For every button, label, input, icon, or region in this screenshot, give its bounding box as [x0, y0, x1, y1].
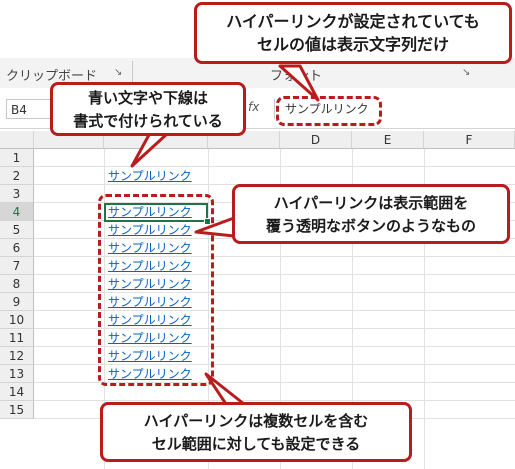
row-header[interactable]: 3 — [0, 185, 34, 203]
callout-multi-cell: ハイパーリンクは複数セルを含む セル範囲に対しても設定できる — [100, 402, 412, 462]
callout-right-line1: ハイパーリンクは表示範囲を — [273, 194, 469, 212]
font-launcher-icon[interactable]: ↘ — [462, 67, 470, 78]
callout-top-line1: ハイパーリンクが設定されていても — [226, 12, 480, 31]
callout-formula-value: ハイパーリンクが設定されていても セルの値は表示文字列だけ — [194, 2, 512, 64]
column-header-e[interactable]: E — [352, 131, 424, 149]
cell-b2-hyperlink[interactable]: サンプルリンク — [108, 167, 192, 185]
formula-highlight-box — [276, 96, 382, 126]
row-header[interactable]: 5 — [0, 221, 34, 239]
row-header[interactable]: 2 — [0, 167, 34, 185]
row-header[interactable]: 4 — [0, 203, 34, 221]
callout-transparent-button: ハイパーリンクは表示範囲を 覆う透明なボタンのようなもの — [232, 184, 510, 244]
row-header[interactable]: 12 — [0, 347, 34, 365]
ribbon-group-font-label: フォント — [270, 69, 323, 84]
clipboard-launcher-icon[interactable]: ↘ — [114, 67, 122, 78]
row-header[interactable]: 7 — [0, 257, 34, 275]
row-header[interactable]: 11 — [0, 329, 34, 347]
callout-right-line2: 覆う透明なボタンのようなもの — [265, 217, 476, 235]
row-header[interactable]: 15 — [0, 401, 34, 419]
callout-left-line1: 青い文字や下線は — [87, 89, 208, 107]
callout-left-line2: 書式で付けられている — [73, 112, 223, 130]
row-header[interactable]: 9 — [0, 293, 34, 311]
callout-format: 青い文字や下線は 書式で付けられている — [50, 82, 246, 136]
range-highlight-box — [98, 194, 214, 386]
grid-row — [34, 149, 515, 167]
insert-function-icon[interactable]: fx — [248, 100, 259, 114]
row-header[interactable]: 8 — [0, 275, 34, 293]
column-header-f[interactable]: F — [424, 131, 515, 149]
row-header[interactable]: 1 — [0, 149, 34, 167]
callout-bottom-line1: ハイパーリンクは複数セルを含む — [143, 412, 369, 430]
column-header-d[interactable]: D — [280, 131, 352, 149]
row-header[interactable]: 14 — [0, 383, 34, 401]
row-header[interactable]: 10 — [0, 311, 34, 329]
row-header[interactable]: 13 — [0, 365, 34, 383]
select-all-corner[interactable] — [0, 131, 34, 149]
callout-bottom-line2: セル範囲に対しても設定できる — [151, 435, 361, 453]
callout-top-line2: セルの値は表示文字列だけ — [256, 35, 449, 54]
row-header[interactable]: 6 — [0, 239, 34, 257]
grid-row — [34, 167, 515, 185]
